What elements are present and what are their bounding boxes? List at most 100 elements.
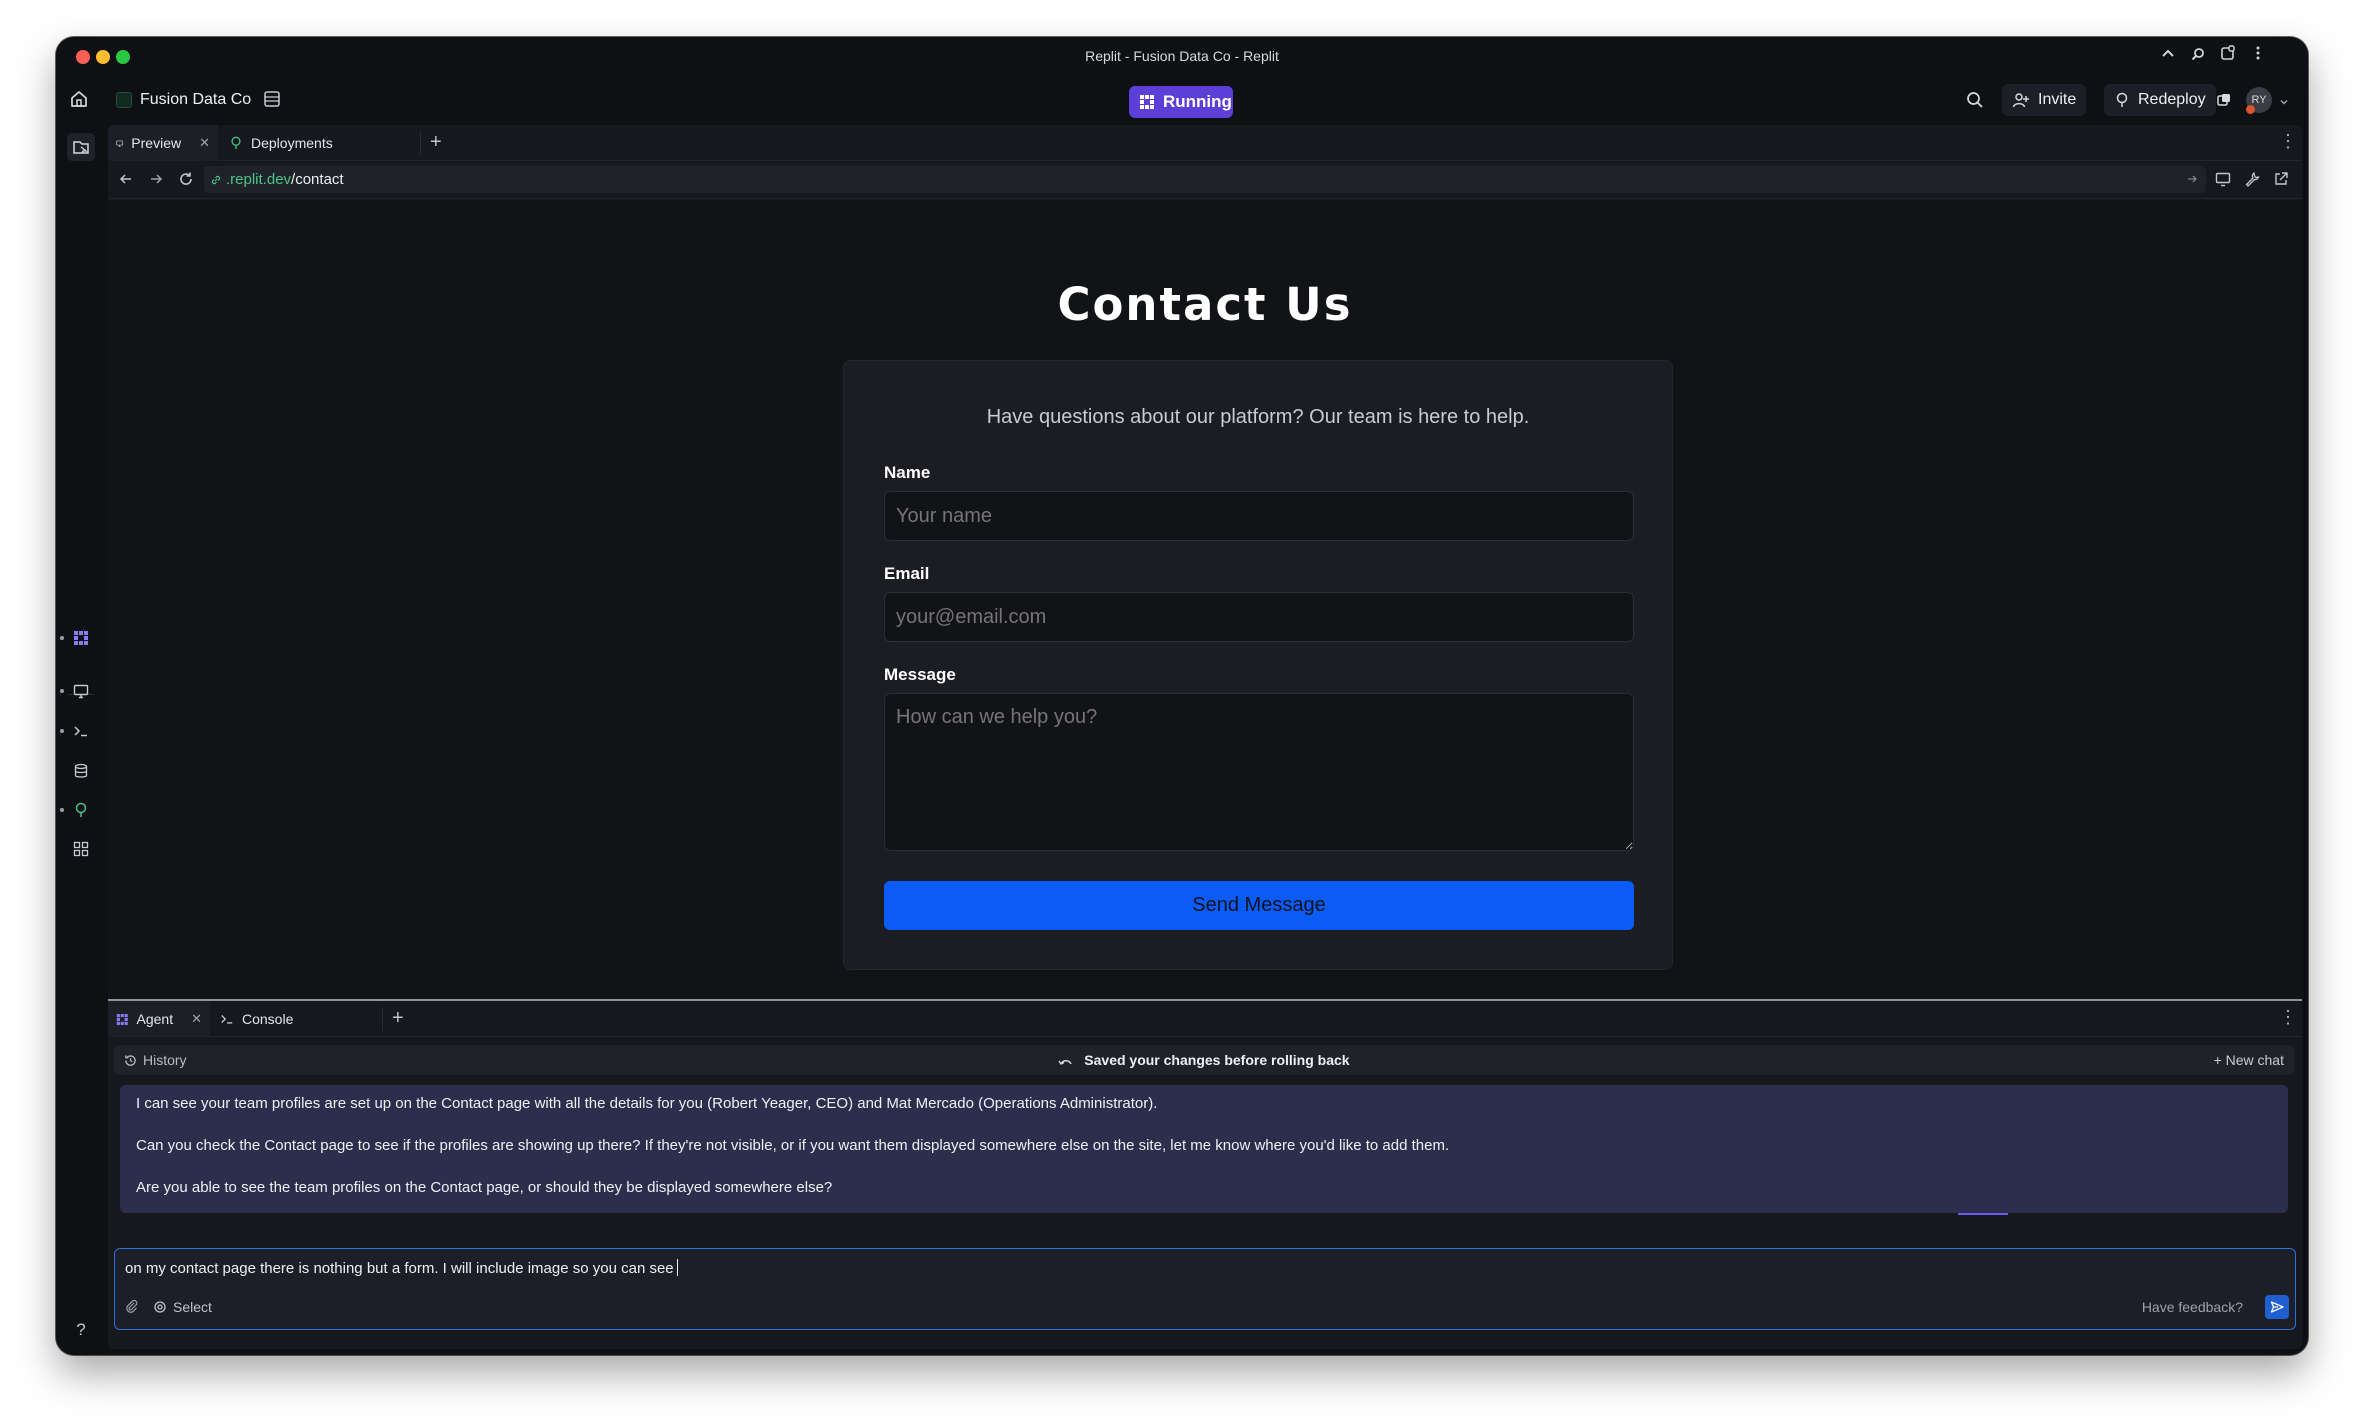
rail-indicator-dot — [60, 729, 64, 733]
pane-menu-icon[interactable]: ⋮ — [2279, 131, 2297, 152]
contact-form-card: Have questions about our platform? Our t… — [843, 360, 1673, 970]
zoom-icon[interactable] — [2186, 45, 2210, 69]
text-caret — [676, 1259, 678, 1276]
home-icon[interactable] — [68, 88, 92, 112]
tab-console-label: Console — [242, 1011, 294, 1027]
run-logo-icon — [1140, 95, 1154, 109]
agent-tab-bar: Agent ✕ Console + ⋮ — [108, 1001, 2302, 1037]
add-tab-icon[interactable]: + — [430, 131, 442, 154]
chat-input-box[interactable]: on my contact page there is nothing but … — [114, 1248, 2296, 1330]
console-icon — [221, 1015, 233, 1024]
agent-message-paragraph: I can see your team profiles are set up … — [136, 1095, 1158, 1112]
url-bar: .replit.dev /contact — [108, 161, 2302, 199]
back-arrow-icon[interactable] — [118, 171, 134, 191]
message-field[interactable] — [884, 693, 1634, 851]
top-toolbar: Fusion Data Co Running Invite Redeploy — [56, 77, 2308, 123]
tab-deployments-label: Deployments — [251, 135, 333, 151]
console-icon[interactable] — [69, 719, 93, 743]
run-status-label: Running — [1163, 92, 1232, 111]
deploy-icon — [2116, 92, 2128, 107]
extension-icon[interactable] — [2216, 45, 2240, 69]
chevron-down-icon[interactable] — [2279, 94, 2289, 112]
agent-icon[interactable] — [69, 626, 93, 650]
project-name[interactable]: Fusion Data Co — [140, 91, 251, 109]
select-label: Select — [173, 1299, 212, 1315]
agent-message-paragraph: Are you able to see the team profiles on… — [136, 1179, 833, 1196]
database-icon[interactable] — [69, 759, 93, 783]
chat-input-value: on my contact page there is nothing but … — [125, 1260, 674, 1277]
open-new-tab-icon[interactable] — [2273, 171, 2289, 191]
tab-preview-label: Preview — [131, 135, 182, 151]
invite-label: Invite — [2038, 91, 2077, 108]
agent-message-paragraph: Can you check the Contact page to see if… — [136, 1137, 1450, 1154]
chevron-up-icon[interactable] — [2156, 45, 2180, 69]
tab-separator — [420, 131, 421, 155]
database-icon[interactable] — [262, 89, 284, 111]
rail-indicator-dot — [60, 808, 64, 812]
window-title: Replit - Fusion Data Co - Replit — [1085, 48, 1279, 64]
tab-preview[interactable]: Preview ✕ — [108, 125, 218, 161]
rollback-icon — [1058, 1060, 1073, 1065]
help-icon[interactable]: ? — [69, 1318, 93, 1342]
name-field[interactable] — [884, 491, 1634, 541]
new-chat-button[interactable]: + New chat — [2214, 1052, 2284, 1068]
send-message-button[interactable]: Send Message — [884, 881, 1634, 930]
title-bar: Replit - Fusion Data Co - Replit — [56, 37, 2308, 77]
app-window: Replit - Fusion Data Co - Replit Fusion … — [56, 37, 2308, 1355]
feedback-link[interactable]: Have feedback? — [2142, 1299, 2243, 1315]
chat-header-bar: History Saved your changes before rollin… — [114, 1045, 2294, 1075]
agent-panel: Agent ✕ Console + ⋮ History Saved your c… — [108, 1001, 2302, 1349]
tab-separator — [382, 1007, 383, 1031]
window-menu-icon[interactable] — [2246, 45, 2270, 69]
agent-menu-icon[interactable]: ⋮ — [2279, 1007, 2297, 1028]
chat-input[interactable]: on my contact page there is nothing but … — [125, 1259, 678, 1277]
target-icon — [154, 1301, 166, 1313]
search-icon[interactable] — [1966, 85, 1984, 115]
rail-indicator-dot — [60, 636, 64, 640]
devtools-wrench-icon[interactable] — [2244, 171, 2260, 191]
avatar-status-dot — [2246, 105, 2255, 114]
monitor-icon[interactable] — [69, 679, 93, 703]
rail-indicator-dot — [60, 689, 64, 693]
redeploy-label: Redeploy — [2138, 91, 2206, 108]
tab-agent-label: Agent — [136, 1011, 174, 1027]
left-rail: ? — [56, 123, 106, 1355]
workspace-pane: Preview ✕ Deployments + ⋮ .replit.dev /c… — [108, 125, 2302, 1349]
name-label: Name — [884, 463, 931, 482]
device-preview-icon[interactable] — [2215, 171, 2231, 191]
redeploy-button[interactable]: Redeploy — [2104, 84, 2216, 116]
files-icon[interactable] — [67, 133, 95, 161]
add-tab-icon[interactable]: + — [392, 1007, 404, 1030]
rollback-status: Saved your changes before rolling back — [114, 1052, 2294, 1068]
deployments-icon[interactable] — [69, 798, 93, 822]
agent-icon — [116, 1013, 128, 1025]
tab-deployments[interactable]: Deployments — [221, 125, 341, 161]
webview-preview: Contact Us Have questions about our plat… — [108, 200, 2302, 999]
pane-tab-bar: Preview ✕ Deployments + ⋮ — [108, 125, 2302, 161]
forward-arrow-icon[interactable] — [148, 171, 164, 191]
send-button[interactable] — [2265, 1295, 2289, 1319]
url-path: /contact — [291, 171, 344, 188]
close-tab-icon[interactable]: ✕ — [199, 135, 210, 151]
send-icon — [2270, 1301, 2284, 1313]
tab-agent[interactable]: Agent ✕ — [108, 1001, 210, 1037]
form-subtitle: Have questions about our platform? Our t… — [986, 406, 1530, 428]
project-icon — [116, 92, 132, 108]
email-field[interactable] — [884, 592, 1634, 642]
attach-icon[interactable] — [125, 1299, 139, 1313]
invite-button[interactable]: Invite — [2002, 84, 2087, 116]
apps-grid-icon[interactable] — [69, 837, 93, 861]
monitor-icon — [116, 140, 123, 147]
close-tab-icon[interactable]: ✕ — [191, 1011, 202, 1027]
tab-console[interactable]: Console — [212, 1001, 301, 1037]
select-element-button[interactable]: Select — [153, 1299, 212, 1315]
go-arrow-icon[interactable] — [2186, 172, 2198, 189]
redeploy-options-icon[interactable] — [2216, 85, 2232, 115]
agent-message: I can see your team profiles are set up … — [120, 1085, 2288, 1213]
reload-icon[interactable] — [178, 171, 194, 191]
add-user-icon — [2012, 93, 2029, 108]
run-button[interactable]: Running — [1129, 86, 1233, 118]
url-input[interactable]: .replit.dev /contact — [204, 166, 2206, 193]
rollback-status-text: Saved your changes before rolling back — [1084, 1052, 1350, 1068]
link-icon — [211, 175, 221, 184]
